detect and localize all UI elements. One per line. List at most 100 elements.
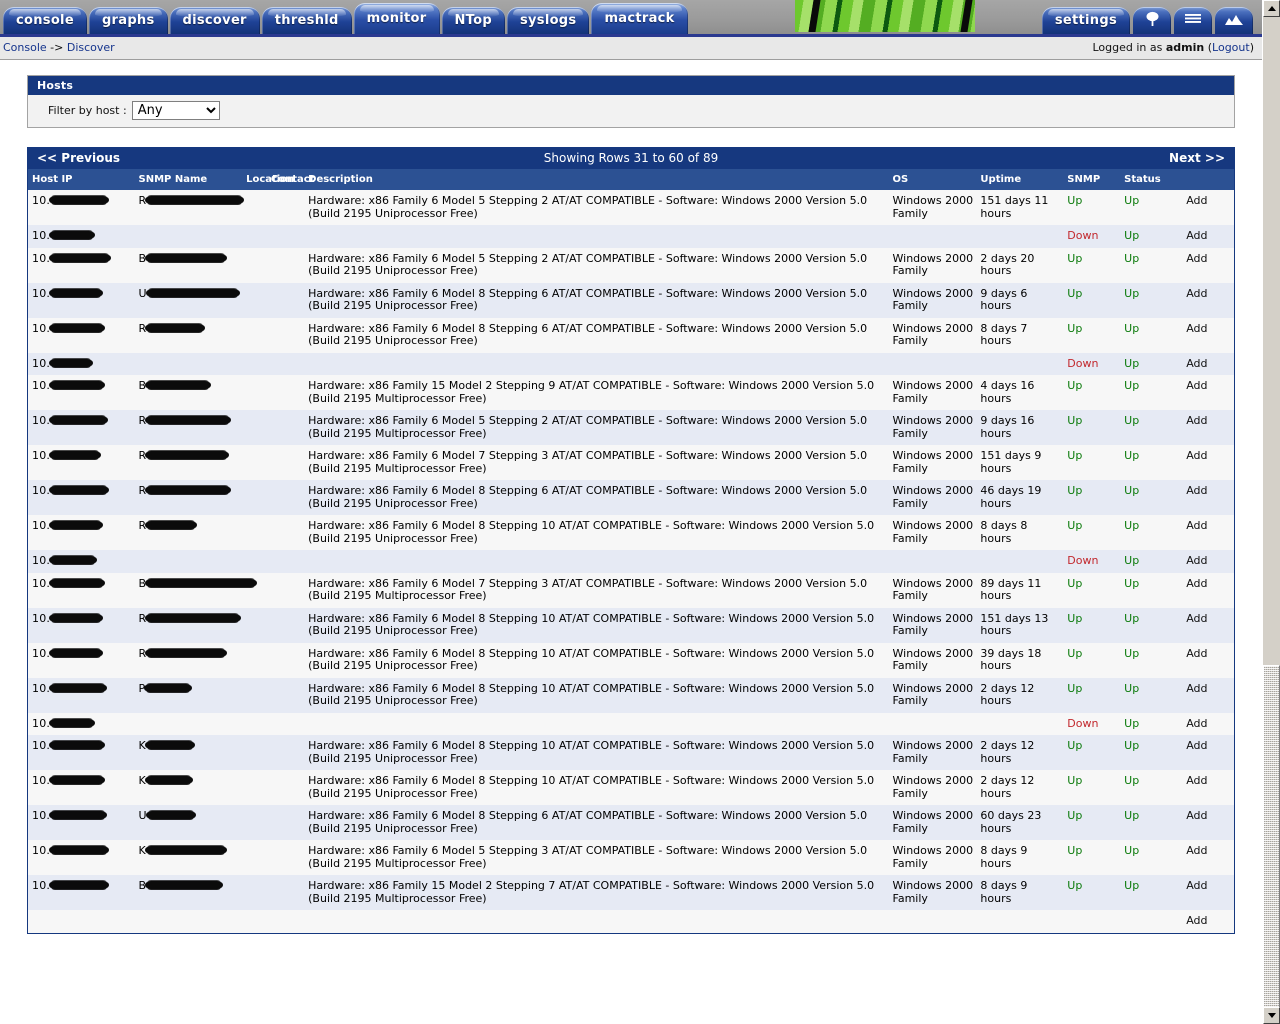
cell-host-ip[interactable]: 10.: [28, 805, 135, 840]
table-row[interactable]: 10. R Hardware: x86 Family 6 Model 8 Stepp…: [28, 607, 1234, 643]
table-row[interactable]: 10. B Hardware: x86 Family 6 Model 5 Stepp…: [28, 247, 1234, 283]
add-host-link[interactable]: Add: [1186, 682, 1207, 695]
cell-host-ip[interactable]: 10.: [28, 410, 135, 445]
scroll-down-button[interactable]: [1263, 1007, 1280, 1024]
table-row[interactable]: 10. R Hardware: x86 Family 6 Model 8 Stepp…: [28, 480, 1234, 515]
cell-host-ip[interactable]: 10.: [28, 572, 135, 608]
tab-threshld[interactable]: threshld: [261, 7, 352, 34]
column-header-description[interactable]: Description: [304, 169, 889, 190]
table-row[interactable]: 10. R Hardware: x86 Family 6 Model 5 Stepp…: [28, 410, 1234, 445]
cell-host-ip[interactable]: 10.: [28, 352, 135, 375]
tab-monitor[interactable]: monitor: [353, 3, 440, 34]
table-row[interactable]: 10. Down Up Add: [28, 550, 1234, 573]
tab-discover[interactable]: discover: [169, 7, 260, 34]
add-host-link[interactable]: Add: [1186, 554, 1207, 567]
column-header-host-ip[interactable]: Host IP: [28, 169, 135, 190]
add-host-link[interactable]: Add: [1186, 577, 1207, 590]
cell-host-ip[interactable]: 10.: [28, 712, 135, 735]
column-header-uptime[interactable]: Uptime: [976, 169, 1064, 190]
table-row[interactable]: 10. Down Up Add: [28, 352, 1234, 375]
breadcrumb-root[interactable]: Console: [3, 41, 47, 54]
tab-graph-view[interactable]: [1215, 7, 1253, 34]
cell-host-ip[interactable]: 10.: [28, 225, 135, 248]
add-host-link[interactable]: Add: [1186, 914, 1207, 927]
logout-link[interactable]: Logout: [1212, 41, 1250, 54]
cell-host-ip[interactable]: 10.: [28, 770, 135, 805]
add-host-link[interactable]: Add: [1186, 774, 1207, 787]
table-row[interactable]: 10. P Hardware: x86 Family 6 Model 8 Stepp…: [28, 677, 1234, 713]
table-row[interactable]: 10. Down Up Add: [28, 712, 1234, 735]
table-row[interactable]: 10. R Hardware: x86 Family 6 Model 7 Stepp…: [28, 445, 1234, 480]
cell-host-ip[interactable]: 10.: [28, 550, 135, 573]
column-header-action[interactable]: [1182, 169, 1234, 190]
add-host-link[interactable]: Add: [1186, 322, 1207, 335]
tab-mactrack[interactable]: mactrack: [591, 3, 688, 34]
column-header-snmp[interactable]: SNMP: [1063, 169, 1121, 190]
add-host-link[interactable]: Add: [1186, 449, 1207, 462]
table-row[interactable]: 10. R Hardware: x86 Family 6 Model 5 Stepp…: [28, 190, 1234, 225]
table-row[interactable]: 10. U Hardware: x86 Family 6 Model 8 Stepp…: [28, 282, 1234, 318]
tab-settings[interactable]: settings: [1041, 7, 1130, 34]
add-host-link[interactable]: Add: [1186, 739, 1207, 752]
scrollbar-thumb[interactable]: [1263, 665, 1280, 1010]
add-host-link[interactable]: Add: [1186, 484, 1207, 497]
column-header-snmp-name[interactable]: SNMP Name: [134, 169, 243, 190]
cell-host-ip[interactable]: 10.: [28, 282, 135, 318]
table-row[interactable]: 10. K Hardware: x86 Family 6 Model 5 Stepp…: [28, 840, 1234, 875]
tab-syslogs[interactable]: syslogs: [506, 7, 590, 34]
cell-host-ip[interactable]: 10.: [28, 445, 135, 480]
table-row[interactable]: 10. K Hardware: x86 Family 6 Model 8 Stepp…: [28, 770, 1234, 805]
cell-host-ip[interactable]: 10.: [28, 190, 135, 225]
cell-host-ip[interactable]: 10.: [28, 317, 135, 353]
breadcrumb[interactable]: Console -> Discover: [3, 41, 115, 54]
add-host-link[interactable]: Add: [1186, 717, 1207, 730]
tab-list-view[interactable]: [1174, 7, 1212, 34]
add-host-link[interactable]: Add: [1186, 229, 1207, 242]
cell-host-ip[interactable]: 10.: [28, 840, 135, 875]
cell-host-ip[interactable]: 10.: [28, 247, 135, 283]
add-host-link[interactable]: Add: [1186, 809, 1207, 822]
add-host-link[interactable]: Add: [1186, 379, 1207, 392]
cell-host-ip[interactable]: 10.: [28, 480, 135, 515]
vertical-scrollbar[interactable]: [1262, 0, 1280, 1024]
table-row[interactable]: 10. U Hardware: x86 Family 6 Model 8 Stepp…: [28, 805, 1234, 840]
add-host-link[interactable]: Add: [1186, 647, 1207, 660]
cell-host-ip[interactable]: 10.: [28, 515, 135, 550]
table-row[interactable]: Add: [28, 910, 1234, 933]
add-host-link[interactable]: Add: [1186, 844, 1207, 857]
tab-graphs[interactable]: graphs: [88, 7, 168, 34]
add-host-link[interactable]: Add: [1186, 252, 1207, 265]
filter-by-host-select[interactable]: Any: [131, 101, 220, 120]
table-row[interactable]: 10. B Hardware: x86 Family 6 Model 7 Stepp…: [28, 572, 1234, 608]
cell-host-ip[interactable]: 10.: [28, 642, 135, 678]
scrollbar-track[interactable]: [1263, 17, 1280, 1010]
tab-console[interactable]: console: [3, 7, 87, 34]
add-host-link[interactable]: Add: [1186, 194, 1207, 207]
table-row[interactable]: 10. R Hardware: x86 Family 6 Model 8 Stepp…: [28, 317, 1234, 353]
add-host-link[interactable]: Add: [1186, 357, 1207, 370]
next-page-link[interactable]: Next >>: [1169, 151, 1225, 165]
add-host-link[interactable]: Add: [1186, 879, 1207, 892]
table-row[interactable]: 10. Down Up Add: [28, 225, 1234, 248]
cell-host-ip[interactable]: 10.: [28, 677, 135, 713]
add-host-link[interactable]: Add: [1186, 612, 1207, 625]
column-header-status[interactable]: Status: [1120, 169, 1183, 190]
cell-host-ip[interactable]: 10.: [28, 875, 135, 910]
table-row[interactable]: 10. B Hardware: x86 Family 15 Model 2 Step…: [28, 375, 1234, 410]
cell-host-ip[interactable]: 10.: [28, 375, 135, 410]
cell-host-ip[interactable]: 10.: [28, 735, 135, 770]
scroll-up-button[interactable]: [1263, 0, 1280, 17]
add-host-link[interactable]: Add: [1186, 287, 1207, 300]
table-row[interactable]: 10. B Hardware: x86 Family 15 Model 2 Step…: [28, 875, 1234, 910]
tab-ntop[interactable]: NTop: [441, 7, 505, 34]
add-host-link[interactable]: Add: [1186, 414, 1207, 427]
table-row[interactable]: 10. K Hardware: x86 Family 6 Model 8 Stepp…: [28, 735, 1234, 770]
cell-host-ip[interactable]: 10.: [28, 607, 135, 643]
table-row[interactable]: 10. R Hardware: x86 Family 6 Model 8 Stepp…: [28, 515, 1234, 550]
column-header-os[interactable]: OS: [888, 169, 977, 190]
column-header-location[interactable]: Location: [242, 169, 294, 190]
add-host-link[interactable]: Add: [1186, 519, 1207, 532]
cell-host-ip[interactable]: [28, 910, 135, 933]
tab-tree-view[interactable]: [1133, 7, 1171, 34]
table-row[interactable]: 10. R Hardware: x86 Family 6 Model 8 Stepp…: [28, 642, 1234, 678]
